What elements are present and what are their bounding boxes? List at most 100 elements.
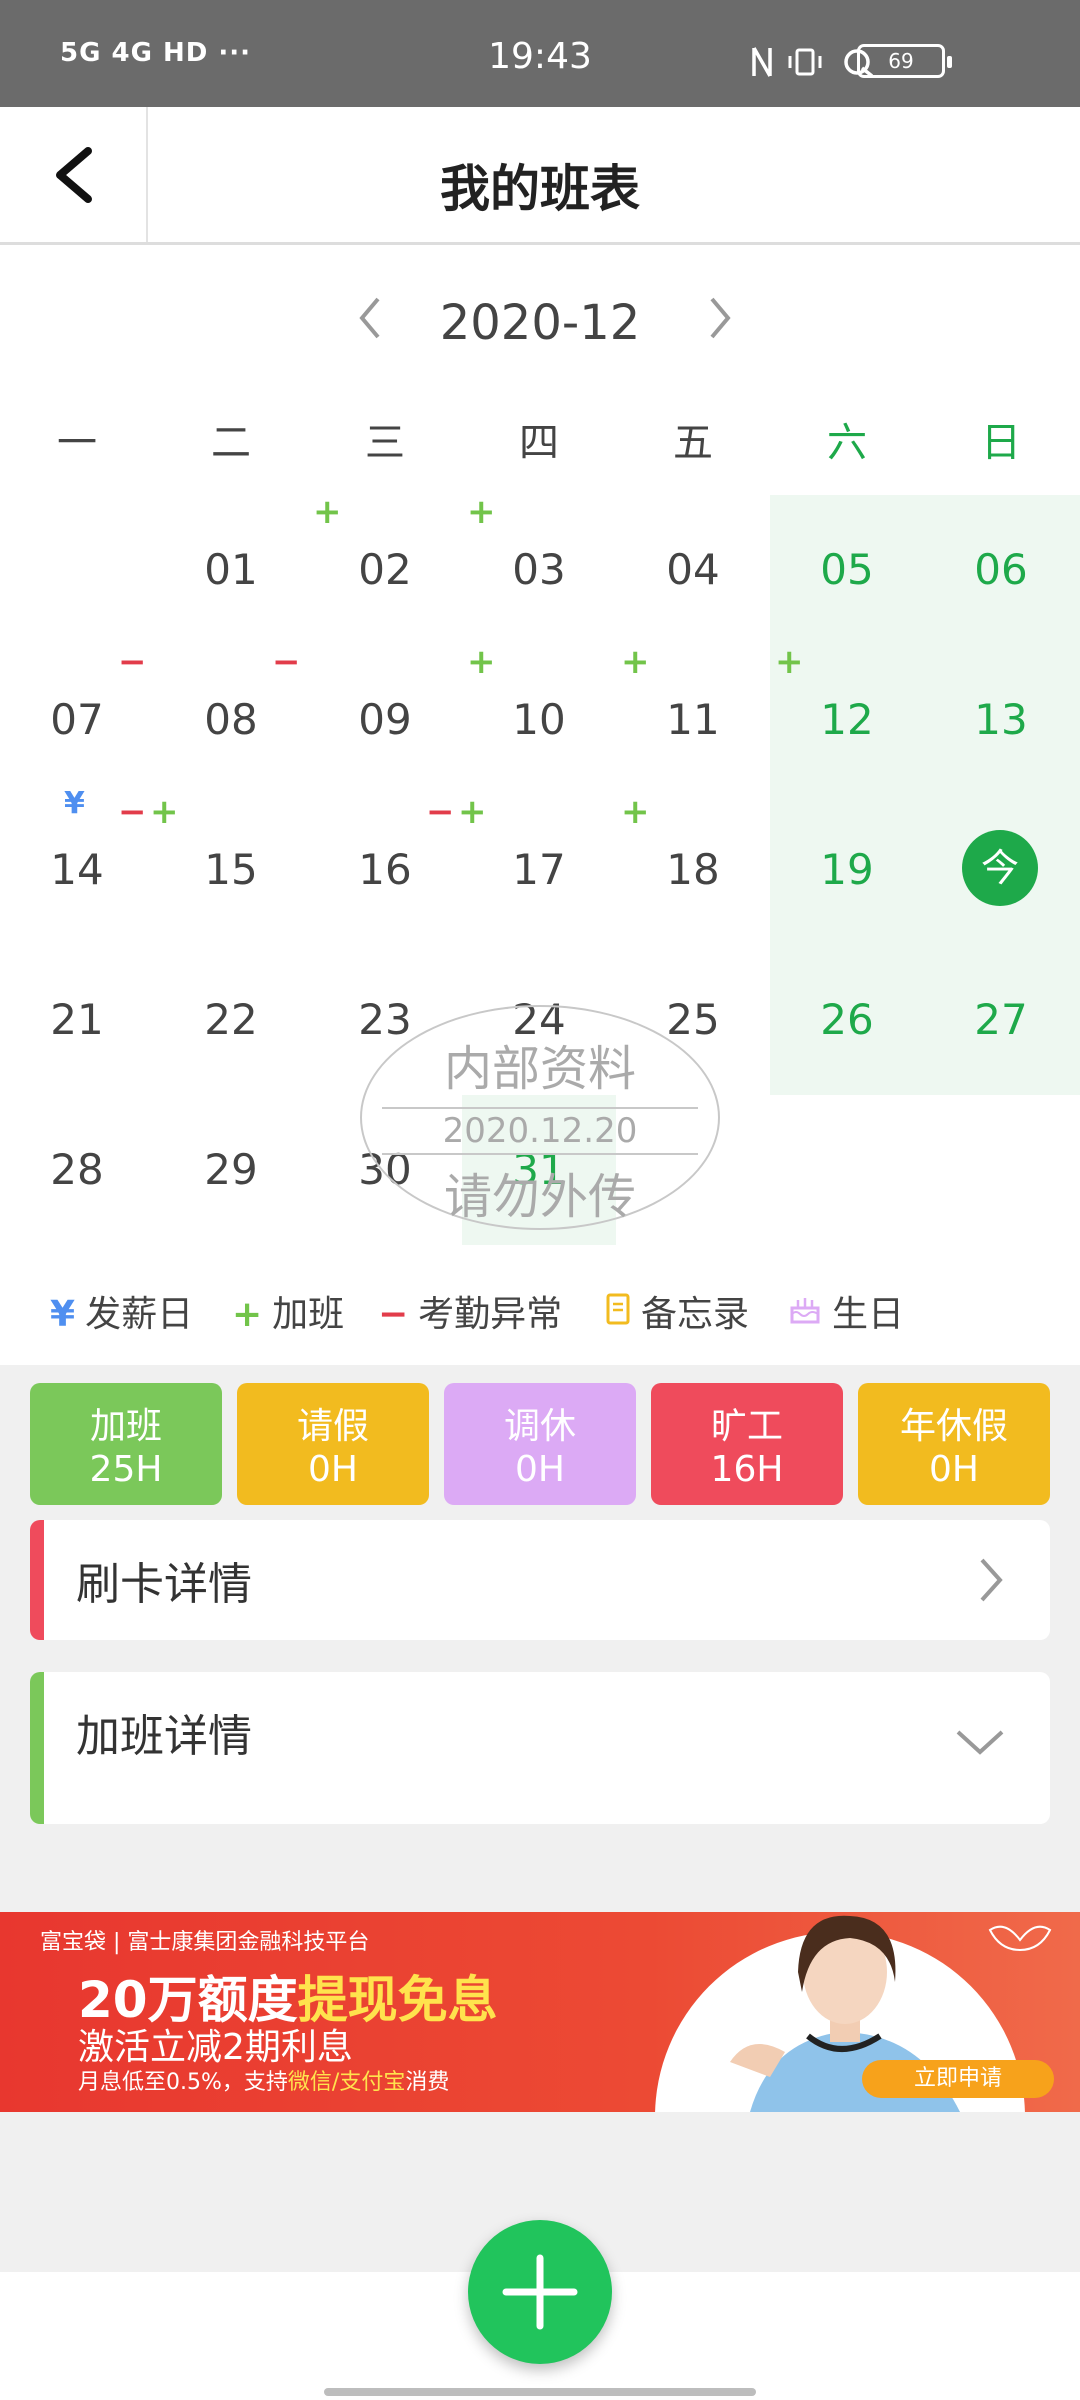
stat-value: 25H bbox=[89, 1449, 163, 1490]
abnormal-mark: − bbox=[272, 642, 301, 682]
day-number: 11 bbox=[666, 695, 720, 744]
day-number: 13 bbox=[974, 695, 1028, 744]
next-month-button[interactable] bbox=[690, 285, 750, 355]
current-month: 2020-12 bbox=[439, 295, 641, 351]
day-cell[interactable]: 22 bbox=[154, 945, 308, 1095]
card-details-row[interactable]: 刷卡详情 bbox=[30, 1520, 1050, 1640]
day-number: 23 bbox=[358, 995, 412, 1044]
stat-value: 16H bbox=[710, 1449, 784, 1490]
day-cell[interactable]: + 10 bbox=[462, 645, 616, 795]
day-number: 04 bbox=[666, 545, 720, 594]
day-number: 29 bbox=[204, 1145, 258, 1194]
stat-overtime[interactable]: 加班 25H bbox=[30, 1383, 222, 1505]
day-cell[interactable]: − 09 bbox=[272, 645, 462, 795]
payday-mark: ¥ bbox=[64, 786, 85, 821]
day-number: 03 bbox=[512, 545, 566, 594]
minus-icon: − bbox=[378, 1294, 409, 1335]
app-header: 我的班表 bbox=[0, 107, 1080, 245]
day-cell[interactable]: + 18 bbox=[616, 795, 770, 945]
weekday-label: 四 bbox=[519, 420, 559, 466]
plus-icon bbox=[502, 2254, 578, 2330]
day-cell[interactable]: 29 bbox=[154, 1095, 308, 1245]
day-cell[interactable]: + 03 bbox=[462, 495, 616, 645]
day-cell[interactable]: + 11 bbox=[616, 645, 770, 795]
day-cell[interactable]: − + 17 bbox=[426, 795, 616, 945]
day-cell[interactable]: 28 bbox=[0, 1095, 154, 1245]
day-number: 17 bbox=[512, 845, 566, 894]
day-cell[interactable]: 13 bbox=[924, 645, 1080, 795]
overtime-details-label: 加班详情 bbox=[76, 1711, 252, 1762]
overtime-mark: + bbox=[150, 792, 179, 832]
stat-value: 0H bbox=[308, 1449, 358, 1490]
stat-value: 0H bbox=[515, 1449, 565, 1490]
overtime-mark: + bbox=[775, 642, 804, 682]
day-cell[interactable]: 24 bbox=[462, 945, 616, 1095]
day-cell[interactable]: 21 bbox=[0, 945, 154, 1095]
chevron-down-icon bbox=[956, 1730, 1004, 1755]
weekday-header: 一 二 三 四 五 六 日 bbox=[0, 410, 1080, 470]
day-cell[interactable]: 04 bbox=[616, 495, 770, 645]
abnormal-mark: − bbox=[118, 792, 147, 832]
day-number: 26 bbox=[820, 995, 874, 1044]
day-number: 15 bbox=[204, 845, 258, 894]
stat-value: 0H bbox=[929, 1449, 979, 1490]
day-cell[interactable]: 01 bbox=[154, 495, 308, 645]
day-cell[interactable]: 25 bbox=[616, 945, 770, 1095]
stat-label: 加班 bbox=[89, 1406, 162, 1447]
legend-label: 备忘录 bbox=[641, 1294, 750, 1335]
day-number: 10 bbox=[512, 695, 566, 744]
day-cell[interactable]: 06 bbox=[924, 495, 1080, 645]
add-fab-button[interactable] bbox=[468, 2220, 612, 2364]
abnormal-mark: − bbox=[426, 792, 455, 832]
legend-label: 加班 bbox=[272, 1294, 345, 1335]
day-cell[interactable]: 26 bbox=[770, 945, 924, 1095]
overtime-mark: + bbox=[621, 642, 650, 682]
ad-subline: 激活立减2期利息 bbox=[78, 2027, 353, 2068]
overtime-mark: + bbox=[467, 642, 496, 682]
stat-label: 旷工 bbox=[710, 1406, 783, 1447]
stat-label: 调休 bbox=[503, 1406, 576, 1447]
day-cell[interactable]: 19 bbox=[770, 795, 924, 945]
card-details-label: 刷卡详情 bbox=[76, 1559, 252, 1610]
stat-label: 请假 bbox=[296, 1406, 369, 1447]
weekday-label: 一 bbox=[57, 420, 97, 466]
stat-leave[interactable]: 请假 0H bbox=[237, 1383, 429, 1505]
day-number: 18 bbox=[666, 845, 720, 894]
day-cell[interactable]: 23 bbox=[308, 945, 462, 1095]
day-number: 28 bbox=[50, 1145, 104, 1194]
accent-bar bbox=[30, 1672, 44, 1824]
legend-payday: ¥ 发薪日 bbox=[50, 1285, 193, 1337]
overtime-details-row[interactable]: 加班详情 bbox=[30, 1672, 1050, 1824]
day-cell[interactable]: 30 bbox=[308, 1095, 462, 1245]
day-number: 01 bbox=[204, 545, 258, 594]
day-cell[interactable]: 05 bbox=[770, 495, 924, 645]
status-bar: 5G 4G HD ··· 19:43 69 bbox=[0, 0, 1080, 107]
day-cell[interactable]: + 02 bbox=[308, 495, 462, 645]
yen-icon: ¥ bbox=[50, 1294, 76, 1335]
attendance-summary: 加班 25H 请假 0H 调休 0H 旷工 16H 年休假 0H bbox=[30, 1383, 1050, 1505]
today-badge: 今 bbox=[962, 830, 1038, 906]
abnormal-mark: − bbox=[118, 642, 147, 682]
legend-label: 生日 bbox=[832, 1294, 905, 1335]
day-number: 02 bbox=[358, 545, 412, 594]
weekday-label: 五 bbox=[673, 420, 713, 466]
legend-label: 发薪日 bbox=[85, 1294, 194, 1335]
month-navigator: 2020-12 bbox=[0, 285, 1080, 365]
overtime-mark: + bbox=[621, 792, 650, 832]
ad-banner[interactable]: 富宝袋 | 富士康集团金融科技平台 20万额度提现免息 激活立减2期利息 月息低… bbox=[0, 1912, 1080, 2112]
accent-bar bbox=[30, 1520, 44, 1640]
stat-comp-time[interactable]: 调休 0H bbox=[444, 1383, 636, 1505]
day-cell[interactable]: 31 bbox=[462, 1095, 616, 1245]
stat-annual-leave[interactable]: 年休假 0H bbox=[858, 1383, 1050, 1505]
stat-absence[interactable]: 旷工 16H bbox=[651, 1383, 843, 1505]
cake-icon bbox=[788, 1292, 822, 1335]
ad-apply-button[interactable]: 立即申请 bbox=[862, 2060, 1054, 2098]
day-cell-today[interactable]: 今 bbox=[924, 795, 1080, 945]
day-cell[interactable]: + 12 bbox=[770, 645, 924, 795]
day-number: 07 bbox=[50, 695, 104, 744]
legend-memo: 备忘录 bbox=[605, 1285, 749, 1337]
day-cell[interactable]: 27 bbox=[924, 945, 1080, 1095]
home-indicator[interactable] bbox=[324, 2388, 756, 2396]
ad-logo-icon bbox=[988, 1925, 1052, 1952]
day-cell[interactable]: − + 15 bbox=[118, 795, 308, 945]
